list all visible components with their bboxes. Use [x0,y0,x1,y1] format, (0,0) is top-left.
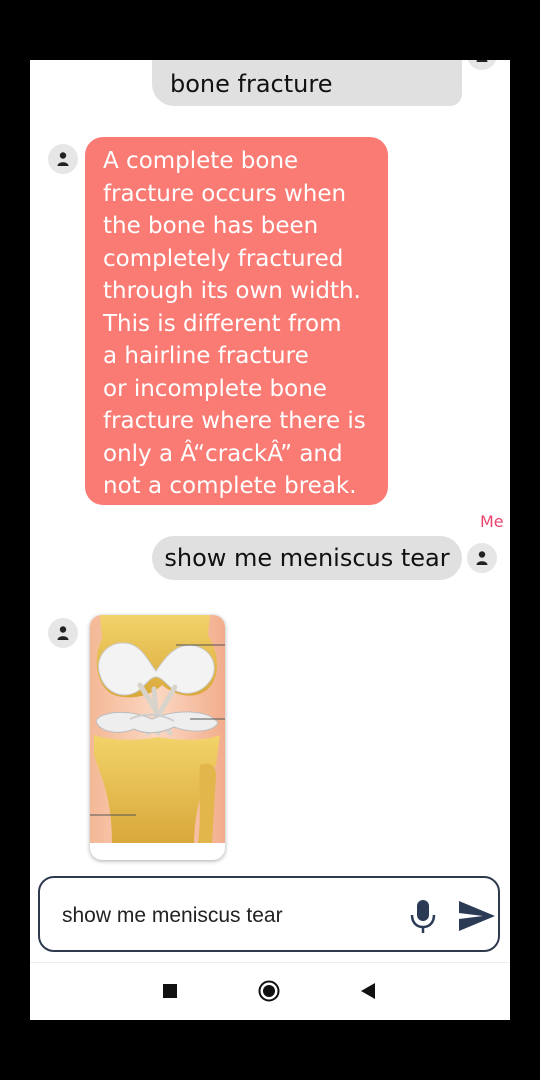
message-text: show me meniscus tear [164,544,450,572]
message-line: not a complete break. [103,473,357,499]
microphone-icon[interactable] [408,898,438,934]
bot-avatar [48,144,78,174]
message-line: completely fractured [103,245,344,272]
sender-label: Me [480,512,504,531]
message-line: fracture occurs when [103,180,347,207]
square-recents-icon[interactable] [163,984,177,998]
user-avatar [467,543,497,573]
message-line: the bone has been [103,213,319,239]
nav-divider [30,962,510,963]
circle-home-icon[interactable] [258,980,280,1002]
person-icon [476,60,488,62]
user-message-bubble: show me meniscus tear [152,536,462,580]
bot-avatar [48,618,78,648]
message-line: a hairline fracture [103,343,309,369]
chat-screen: bone fracture A complete bone fracture o… [30,60,510,1020]
knee-anatomy-image[interactable] [90,615,225,860]
message-line: fracture where there is [103,408,366,434]
user-avatar [467,60,497,70]
triangle-back-icon[interactable] [360,982,376,1000]
person-icon [476,551,488,565]
person-icon [57,152,69,166]
person-icon [57,626,69,640]
send-icon[interactable] [458,900,496,932]
message-line: only a Â“crackÂ” and [103,440,343,467]
message-input[interactable] [62,902,382,930]
message-composer [38,876,500,952]
message-line: This is different from [103,310,342,337]
message-line: A complete bone [103,148,299,174]
message-line: through its own width. [103,278,361,304]
user-message-bubble: bone fracture [152,60,462,106]
knee-illustration [90,615,225,843]
message-line: or incomplete bone [103,375,327,402]
bot-message-bubble: A complete bone fracture occurs when the… [85,137,388,505]
message-text: bone fracture [170,70,333,98]
